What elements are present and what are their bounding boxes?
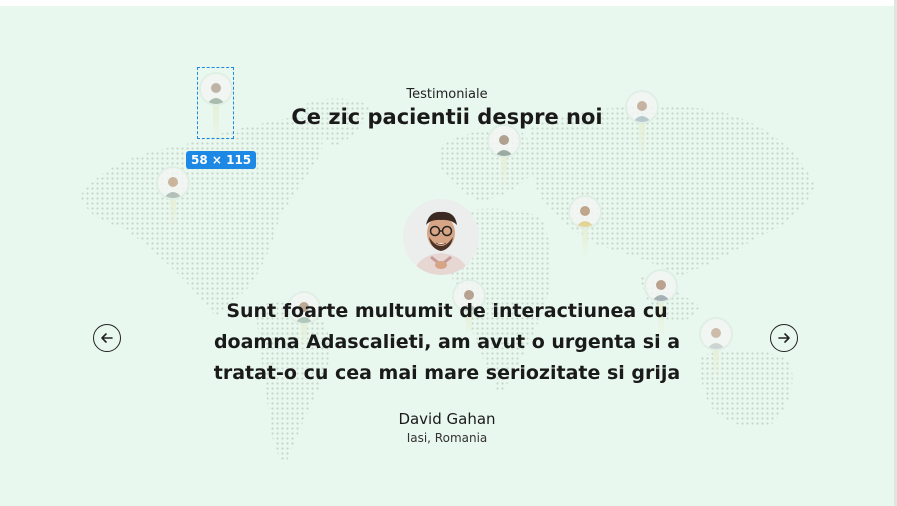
section-eyebrow: Testimoniale <box>406 87 488 102</box>
section-title: Ce zic pacientii despre noi <box>291 105 603 129</box>
next-button[interactable] <box>770 324 798 352</box>
avatar <box>403 199 479 275</box>
arrow-left-icon <box>101 333 113 343</box>
person-avatar-icon <box>403 199 479 275</box>
map-pin <box>156 166 190 228</box>
arrow-right-icon <box>778 333 790 343</box>
map-pin <box>487 124 521 190</box>
testimonial-quote: Sunt foarte multumit de interactiunea cu… <box>213 300 681 384</box>
map-pin <box>568 195 602 259</box>
testimonial-location: Iasi, Romania <box>406 431 488 445</box>
selection-size-badge: 58 × 115 <box>186 151 257 169</box>
previous-button[interactable] <box>93 324 121 352</box>
map-pin <box>699 317 733 379</box>
testimonial-author: David Gahan <box>398 410 496 428</box>
testimonials-section: 58 × 115 Testimoniale Ce zic pacientii d… <box>0 6 894 506</box>
